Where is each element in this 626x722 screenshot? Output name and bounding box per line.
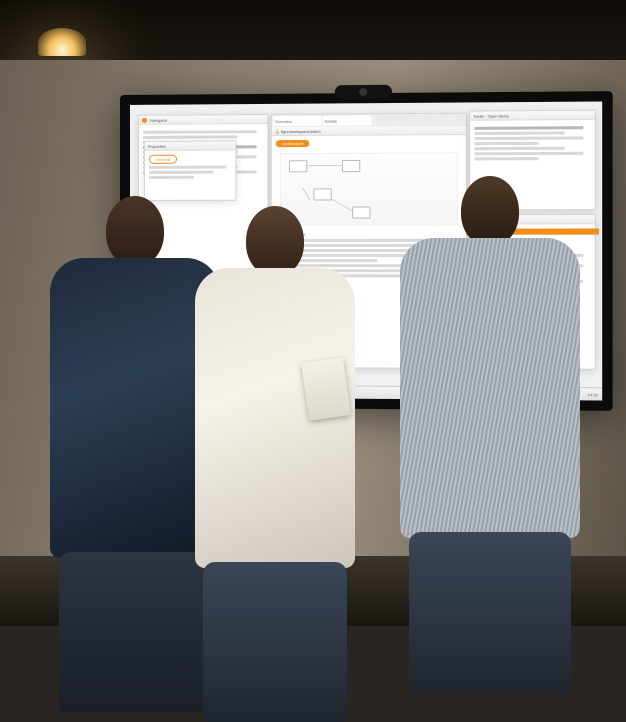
section-label: Architecture — [276, 140, 310, 147]
clock[interactable]: 14:32 — [588, 392, 598, 397]
webcam — [335, 85, 392, 100]
section-heading: General — [149, 155, 177, 164]
list-item[interactable] — [474, 131, 565, 135]
window-title: Properties — [148, 143, 166, 148]
window-title: Navigator — [150, 117, 167, 122]
window-properties[interactable]: Properties General — [144, 140, 236, 201]
window-title: Tasks · Open Items — [473, 113, 509, 118]
tab-overview[interactable]: Overview — [273, 116, 322, 126]
app-icon — [142, 117, 147, 122]
notepad — [301, 357, 351, 420]
person-right — [400, 176, 580, 626]
spotlight — [38, 28, 86, 56]
tab-details[interactable]: Details — [323, 115, 372, 125]
list-item[interactable] — [474, 136, 583, 140]
address-text: figur/workspace/panel — [281, 128, 321, 133]
tab-bar: Overview Details — [272, 114, 466, 127]
room-scene: Navigator Properties General — [0, 0, 626, 626]
list-item[interactable] — [474, 126, 583, 130]
